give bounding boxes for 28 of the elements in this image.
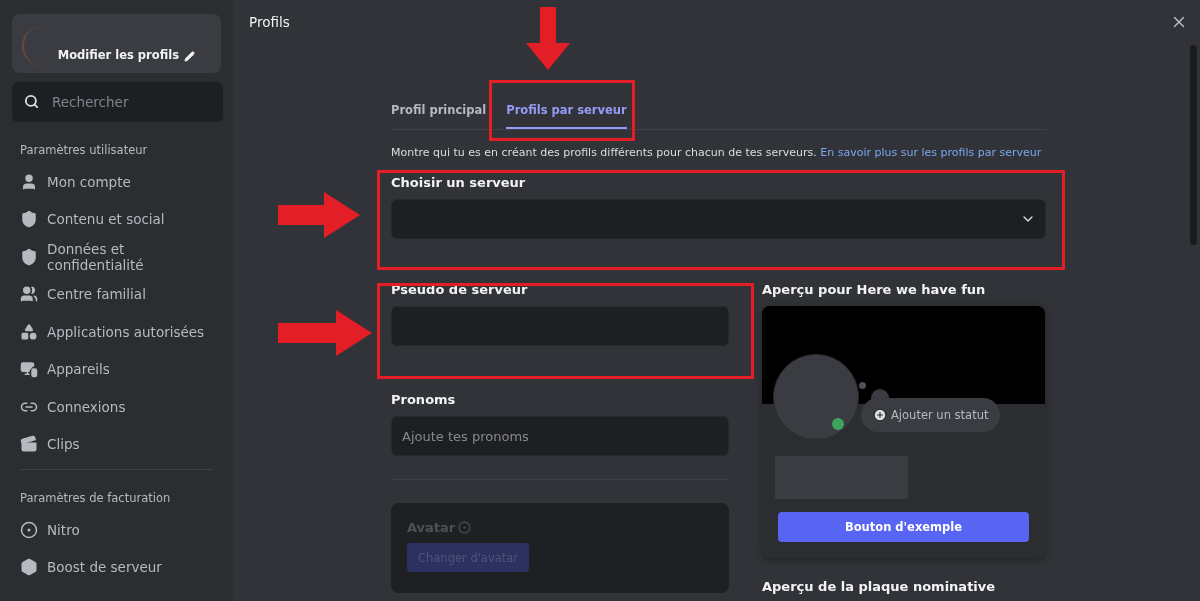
sidebar-item[interactable]: Appareils <box>12 350 221 388</box>
field-label: Pronoms <box>391 392 457 407</box>
pronouns-field[interactable]: Ajoute tes pronoms <box>391 416 729 456</box>
description-text: Montre qui tu es en créant des profils différents pour chacun de tes serveurs. En savoir plus sur les profils par serveur <box>391 146 1043 159</box>
field-label: Choisir un serveur <box>391 175 527 190</box>
window-title: Profils <box>249 14 290 30</box>
example-button[interactable]: Bouton d'exemple <box>778 512 1029 542</box>
section-title: Aperçu de la plaque nominative <box>762 579 997 594</box>
add-status-button[interactable]: Ajouter un statut <box>861 398 1001 432</box>
sidebar-item[interactable]: Clips <box>12 425 221 463</box>
search-field[interactable]: Rechercher <box>12 82 223 122</box>
section-title: Paramètres utilisateur <box>20 143 149 157</box>
profile-card[interactable]: Modifier les profils <box>12 14 221 73</box>
tab[interactable]: Profils par serveur <box>506 93 627 129</box>
field-label: Pseudo de serveur <box>391 282 529 297</box>
sidebar-item[interactable]: Connexions <box>12 388 221 426</box>
sidebar-item[interactable]: Boost de serveur <box>12 548 221 586</box>
sidebar-item[interactable]: Applications autorisées <box>12 313 221 351</box>
sidebar-item[interactable]: Nitro <box>12 511 221 549</box>
sidebar-item[interactable]: Données et confidentialité <box>12 238 221 276</box>
learn-more-link[interactable]: En savoir plus sur les profils par serveur <box>820 146 1042 159</box>
edit-profiles-label: Modifier les profils <box>57 48 179 62</box>
tab[interactable]: Profil principal <box>391 93 487 129</box>
sidebar-item[interactable]: Contenu et social <box>12 200 221 238</box>
preview-title: Aperçu pour Here we have fun <box>762 282 987 297</box>
sidebar-item[interactable]: Centre familial <box>12 275 221 313</box>
sidebar-item[interactable]: Mon compte <box>12 163 221 201</box>
section-title: Paramètres de facturation <box>20 491 172 505</box>
